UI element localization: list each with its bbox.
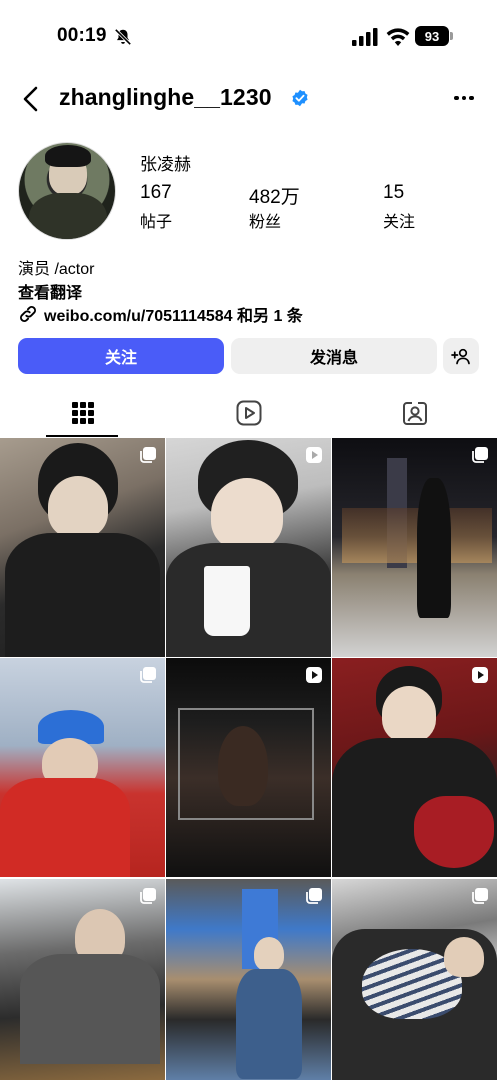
profile-header: zhanglinghe__1230 [0,78,497,120]
post-thumbnail[interactable] [332,438,497,657]
carousel-icon [472,888,488,904]
post-thumbnail[interactable] [0,438,165,657]
followers-count[interactable]: 482万 粉丝 [249,182,300,232]
tab-reels[interactable] [166,388,331,438]
posts-grid [0,438,497,1080]
carousel-icon [140,888,156,904]
more-options-icon[interactable] [454,88,476,108]
posts-value: 167 [140,182,172,203]
verified-badge-icon [292,89,308,107]
post-thumbnail[interactable] [332,879,497,1080]
posts-count[interactable]: 167 帖子 [140,182,172,232]
bell-off-icon [114,28,132,46]
post-thumbnail[interactable] [0,658,165,877]
tagged-icon [402,401,427,425]
post-thumbnail[interactable] [166,438,331,657]
reels-icon [236,400,261,426]
link-icon [20,306,36,322]
following-value: 15 [383,182,405,203]
post-thumbnail[interactable] [0,879,165,1080]
post-thumbnail[interactable] [166,658,331,877]
suggested-users-button[interactable] [443,338,479,374]
battery-cap [450,32,453,40]
username: zhanglinghe__1230 [59,84,272,110]
posts-label: 帖子 [140,214,173,231]
status-time: 00:19 [57,25,107,46]
reel-icon [306,667,322,683]
following-label: 关注 [383,214,416,231]
active-tab-indicator [46,435,118,437]
tab-tagged[interactable] [332,388,497,438]
follow-button[interactable]: 关注 [18,338,224,374]
carousel-icon [140,667,156,683]
carousel-icon [306,888,322,904]
carousel-icon [140,447,156,463]
grid-icon [71,402,94,424]
carousel-icon [472,447,488,463]
following-count[interactable]: 15 关注 [383,182,415,232]
status-bar: 00:19 93 [0,0,497,72]
post-thumbnail[interactable] [166,879,331,1080]
back-arrow-icon[interactable] [20,84,44,114]
profile-tabs [0,388,497,438]
cellular-signal-icon [352,28,378,46]
wifi-icon [386,28,410,46]
reel-icon [306,447,322,463]
see-translation-link[interactable]: 查看翻译 [18,279,82,303]
add-person-icon [451,348,470,365]
message-button[interactable]: 发消息 [231,338,437,374]
display-name: 张凌赫 [140,155,191,174]
bio-category: 演员 /actor [18,261,95,278]
tab-posts-grid[interactable] [0,388,165,438]
post-thumbnail[interactable] [332,658,497,877]
followers-value: 482万 [249,187,300,208]
battery-indicator: 93 [415,26,449,46]
avatar[interactable] [18,142,116,240]
bio-external-link[interactable]: weibo.com/u/7051114584 和另 1 条 [18,302,303,326]
link-text: weibo.com/u/7051114584 和另 1 条 [44,308,303,325]
followers-label: 粉丝 [249,214,282,231]
reel-icon [472,667,488,683]
